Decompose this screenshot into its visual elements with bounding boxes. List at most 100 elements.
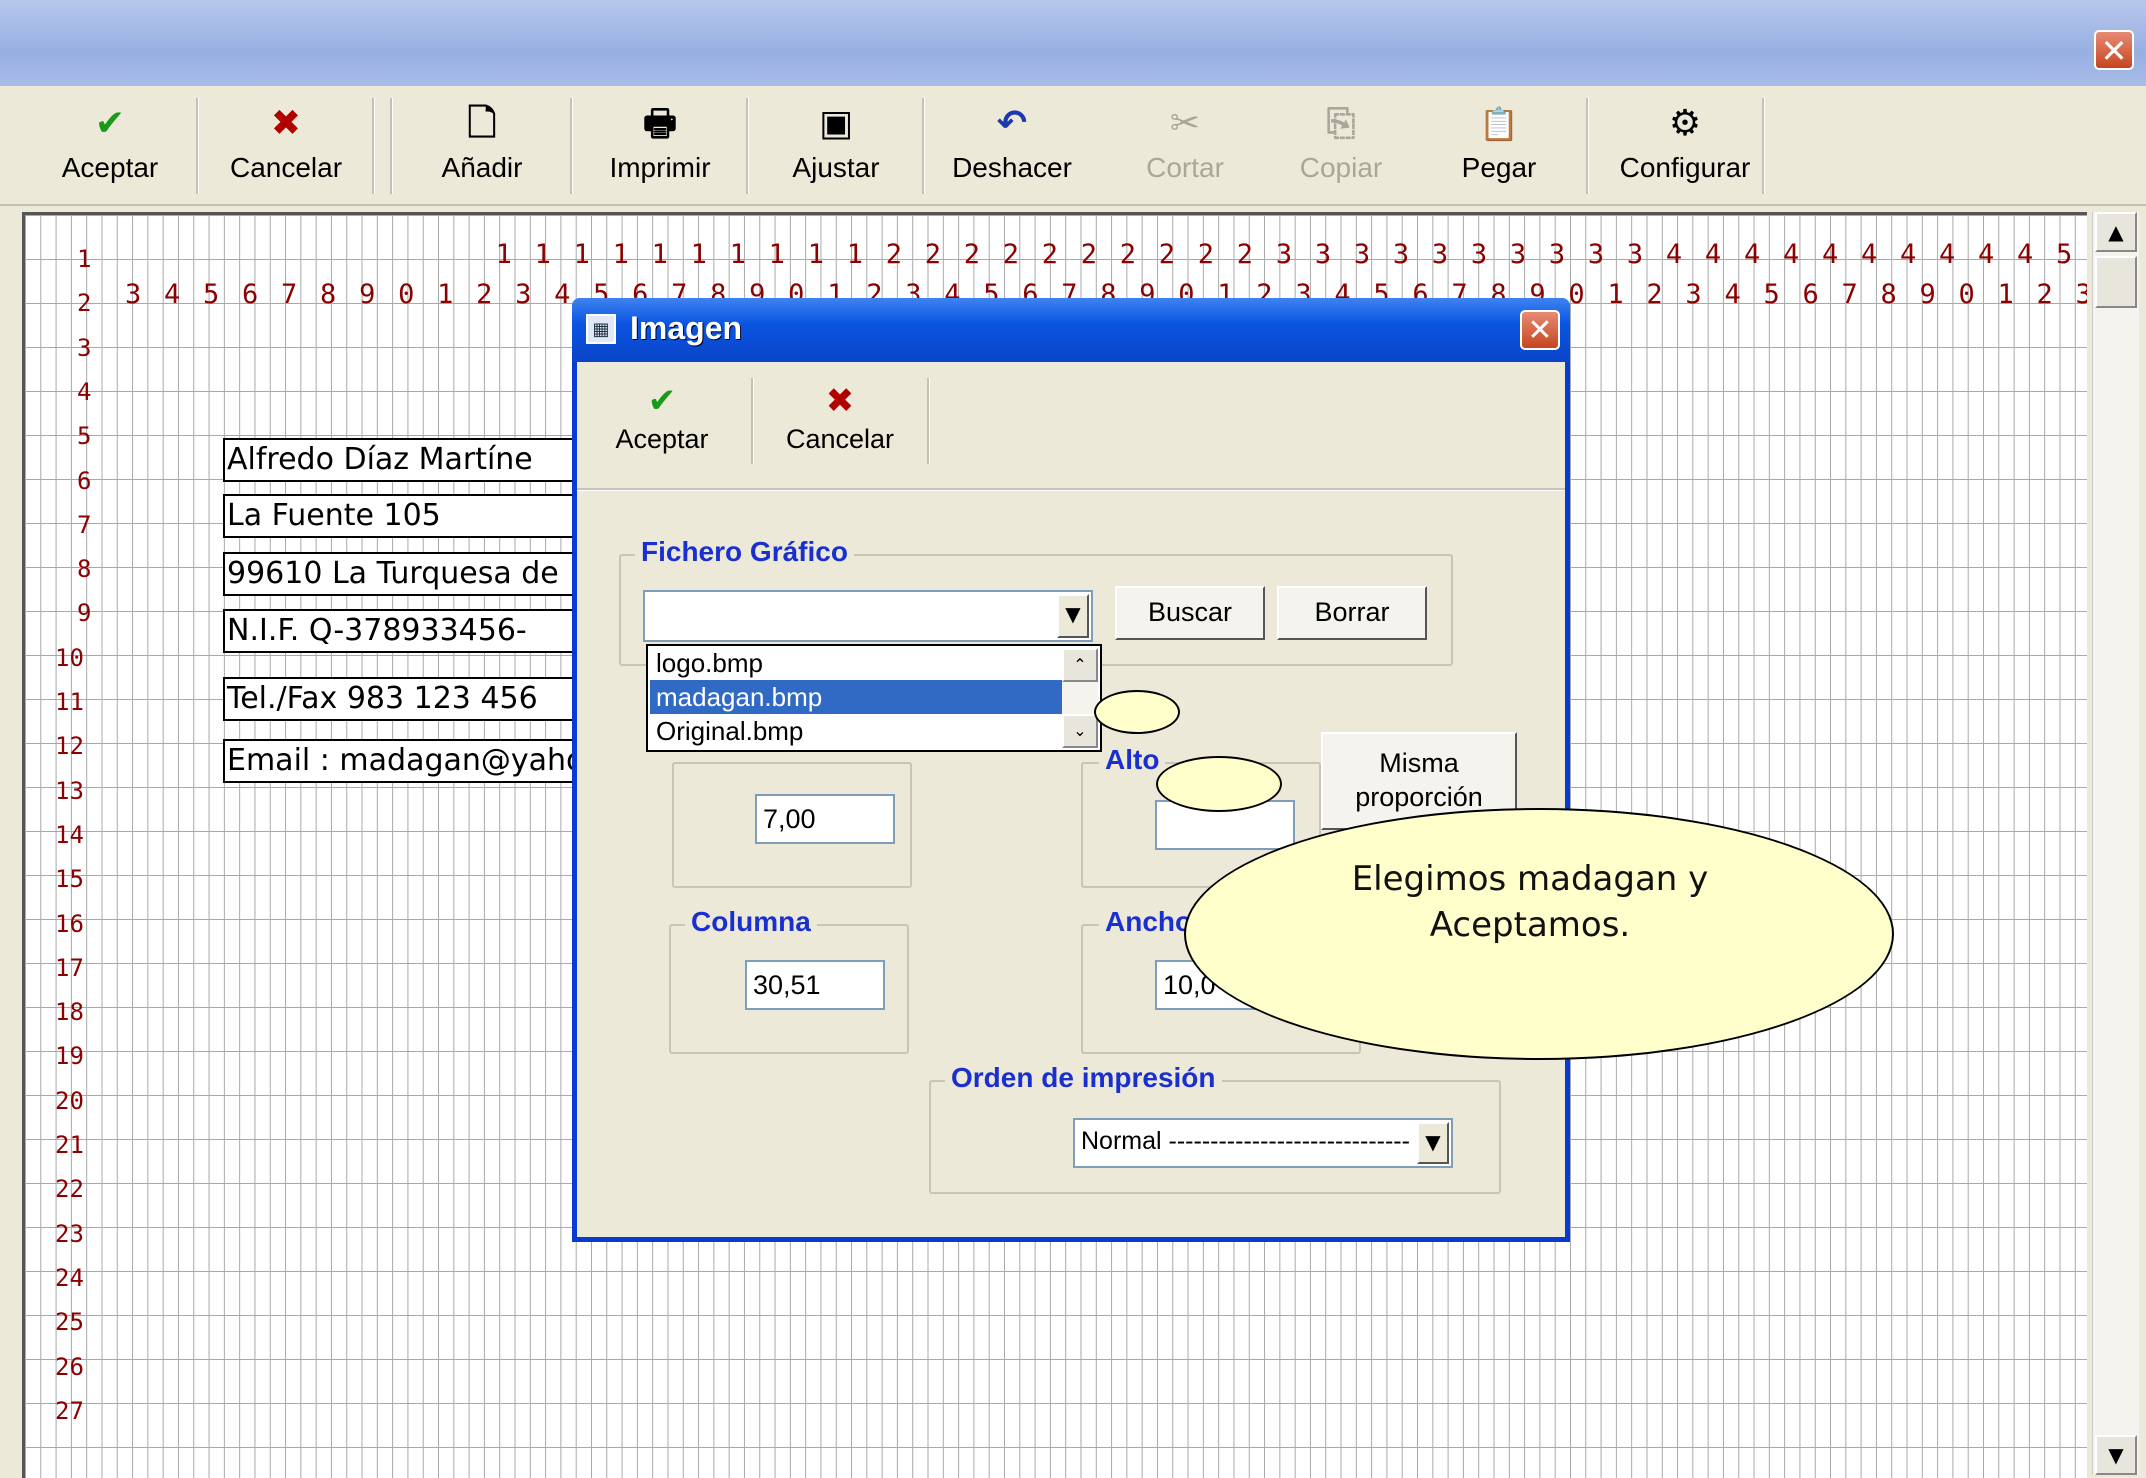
cancel-button[interactable]: ✖ Cancelar [212, 100, 360, 190]
add-button[interactable]: 🗋 Añadir [412, 100, 552, 190]
window-title-bar: ✕ [0, 0, 2146, 86]
chevron-up-icon[interactable]: ⌃ [1062, 648, 1098, 682]
row-number: 6 [77, 466, 92, 495]
row-number: 25 [55, 1308, 84, 1337]
search-button[interactable]: Buscar [1115, 586, 1265, 640]
toolbar-separator [746, 98, 749, 194]
undo-icon: ↶ [996, 103, 1028, 144]
row-number: 18 [55, 998, 84, 1027]
print-button[interactable]: 🖶 Imprimir [590, 100, 730, 190]
toolbar-separator [751, 378, 754, 464]
dropdown-option-logo[interactable]: logo.bmp [650, 646, 1064, 680]
monitor-icon: ▣ [818, 103, 853, 144]
row-number: 9 [77, 599, 92, 628]
row-input[interactable]: 7,00 [755, 794, 895, 844]
print-order-legend: Orden de impresión [945, 1062, 1222, 1094]
accept-button[interactable]: ✔ Aceptar [40, 100, 180, 190]
row-number: 16 [55, 909, 84, 938]
dialog-close-button[interactable]: ✕ [1520, 310, 1560, 350]
dialog-title-bar: ▦ Imagen ✕ [572, 298, 1570, 362]
delete-button[interactable]: Borrar [1277, 586, 1427, 640]
row-number: 11 [55, 688, 84, 716]
chevron-down-icon[interactable]: ▼ [1057, 594, 1089, 638]
image-dialog: ▦ Imagen ✕ ✔ Aceptar ✖ Cancelar Fichero … [572, 298, 1570, 1242]
scroll-up-button[interactable]: ▲ [2095, 212, 2137, 252]
row-number: 14 [55, 820, 84, 849]
toolbar-separator [1586, 98, 1589, 194]
row-number: 15 [55, 865, 84, 894]
dialog-body: ✔ Aceptar ✖ Cancelar Fichero Gráfico ▼ B… [577, 362, 1565, 1237]
row-number: 3 [77, 333, 92, 362]
dialog-app-icon: ▦ [586, 314, 616, 344]
dropdown-option-original[interactable]: Original.bmp [650, 714, 1064, 748]
row-number: 10 [55, 643, 84, 672]
dialog-title: Imagen [630, 310, 743, 346]
scroll-thumb[interactable] [2095, 256, 2137, 308]
dialog-cancel-button[interactable]: ✖ Cancelar [765, 378, 915, 455]
printer-icon: 🖶 [643, 103, 677, 144]
row-number: 7 [77, 510, 92, 539]
graphic-file-combobox[interactable]: ▼ [643, 590, 1093, 642]
dropdown-scrollbar[interactable]: ⌃ ⌄ [1062, 648, 1098, 748]
row-number: 5 [77, 422, 92, 451]
dialog-cancel-label: Cancelar [785, 424, 895, 454]
toolbar-separator [927, 378, 930, 464]
row-number: 22 [55, 1175, 84, 1204]
toolbar-separator [570, 98, 573, 194]
window-close-button[interactable]: ✕ [2094, 30, 2134, 70]
copy-button[interactable]: ⎘ Copiar [1266, 100, 1416, 190]
text-field-phone[interactable]: Tel./Fax 983 123 456 [223, 677, 599, 721]
scissors-icon: ✂ [1169, 103, 1201, 144]
cut-button[interactable]: ✂ Cortar [1110, 100, 1260, 190]
paste-button[interactable]: 📋 Pegar [1424, 100, 1574, 190]
row-number: 24 [55, 1263, 84, 1292]
checkmark-icon: ✔ [647, 381, 677, 421]
chevron-down-icon[interactable]: ⌄ [1062, 714, 1098, 748]
toolbar-separator [390, 98, 393, 194]
new-document-icon: 🗋 [467, 103, 497, 144]
adjust-button[interactable]: ▣ Ajustar [766, 100, 906, 190]
column-input[interactable]: 30,51 [745, 960, 885, 1010]
print-label: Imprimir [609, 152, 711, 183]
row-number: 12 [55, 732, 84, 761]
toolbar-separator [1762, 98, 1765, 194]
vertical-scrollbar[interactable]: ▲ ▼ [2092, 212, 2139, 1475]
clipboard-icon: 📋 [1479, 105, 1519, 143]
row-number: 21 [55, 1131, 84, 1159]
copy-icon: ⎘ [1326, 103, 1356, 144]
undo-label: Deshacer [952, 152, 1072, 183]
text-field-name[interactable]: Alfredo Díaz Martíne [223, 438, 589, 482]
row-number: 23 [55, 1219, 84, 1248]
adjust-label: Ajustar [792, 152, 880, 183]
toolbar-separator [922, 98, 925, 194]
graphic-file-dropdown-list[interactable]: logo.bmp madagan.bmp Original.bmp ⌃ ⌄ [646, 644, 1102, 752]
gear-icon: ⚙ [1668, 103, 1702, 144]
row-number: 2 [77, 289, 92, 318]
cross-icon: ✖ [825, 381, 855, 421]
cancel-label: Cancelar [229, 152, 343, 183]
dialog-accept-button[interactable]: ✔ Aceptar [597, 378, 727, 455]
scroll-down-button[interactable]: ▼ [2095, 1435, 2137, 1475]
cross-icon: ✖ [270, 103, 302, 144]
row-number: 19 [55, 1042, 84, 1071]
toolbar-divider [577, 488, 1565, 491]
row-number: 4 [77, 377, 92, 406]
undo-button[interactable]: ↶ Deshacer [942, 100, 1082, 190]
row-number: 17 [55, 953, 84, 982]
print-order-select[interactable]: Normal ----------------------------- ▼ [1073, 1118, 1453, 1168]
main-toolbar: ✔ Aceptar ✖ Cancelar 🗋 Añadir 🖶 Imprimir… [0, 86, 2146, 206]
chevron-down-icon[interactable]: ▼ [1417, 1122, 1449, 1164]
text-field-email[interactable]: Email : madagan@yaho [223, 739, 599, 783]
row-number: 20 [55, 1086, 84, 1115]
configure-button[interactable]: ⚙ Configurar [1600, 100, 1770, 190]
row-number: 26 [55, 1352, 84, 1381]
dropdown-option-madagan[interactable]: madagan.bmp [650, 680, 1064, 714]
text-field-city[interactable]: 99610 La Turquesa de [223, 552, 589, 596]
row-number: 13 [55, 776, 84, 805]
text-field-street[interactable]: La Fuente 105 [223, 494, 579, 538]
text-field-nif[interactable]: N.I.F. Q-378933456- [223, 609, 579, 653]
row-number: 1 [77, 245, 92, 273]
cut-label: Cortar [1146, 152, 1224, 183]
toolbar-separator [372, 98, 375, 194]
callout-text: Elegimos madagan y Aceptamos. [1351, 859, 1709, 945]
